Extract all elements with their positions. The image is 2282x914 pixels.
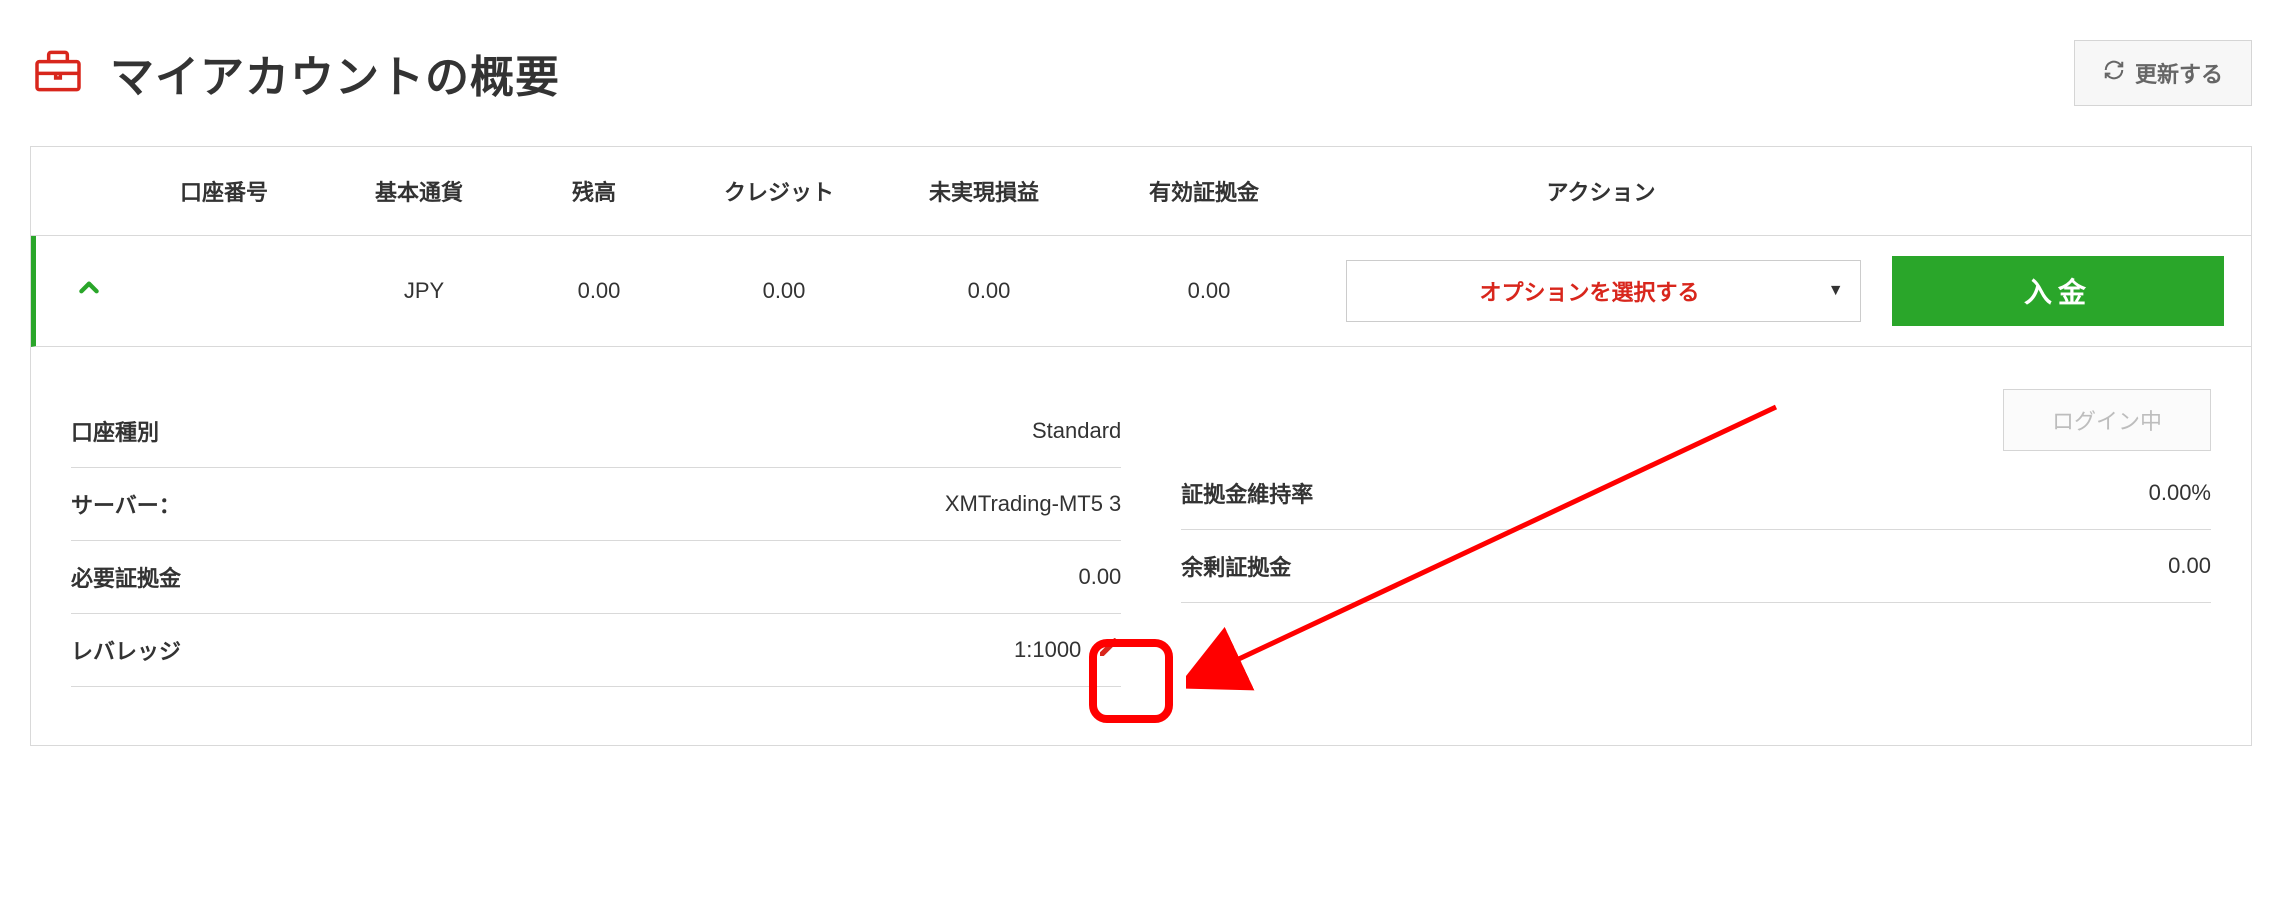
page-header: マイアカウントの概要 更新する — [30, 40, 2252, 106]
leverage-label: レバレッジ — [71, 634, 181, 666]
refresh-button[interactable]: 更新する — [2074, 40, 2252, 106]
account-type-value: Standard — [1032, 418, 1121, 444]
detail-margin-level: 証拠金維持率 0.00% — [1181, 457, 2211, 530]
th-currency: 基本通貨 — [329, 175, 509, 207]
th-equity: 有効証拠金 — [1089, 175, 1319, 207]
th-credit: クレジット — [679, 175, 879, 207]
cell-currency: JPY — [334, 278, 514, 304]
margin-level-label: 証拠金維持率 — [1181, 477, 1313, 509]
action-select[interactable]: オプションを選択する ▼ — [1346, 260, 1860, 322]
server-value: XMTrading-MT5 3 — [945, 491, 1121, 517]
th-account: 口座番号 — [119, 175, 329, 207]
briefcase-icon — [30, 43, 86, 104]
th-balance: 残高 — [509, 175, 679, 207]
table-header-row: 口座番号 基本通貨 残高 クレジット 未実現損益 有効証拠金 アクション — [31, 147, 2251, 236]
leverage-value: 1:1000 — [1014, 637, 1081, 663]
detail-account-type: 口座種別 Standard — [71, 395, 1121, 468]
detail-server: サーバー： XMTrading-MT5 3 — [71, 468, 1121, 541]
detail-free-margin: 余剰証拠金 0.00 — [1181, 530, 2211, 603]
edit-icon[interactable] — [1097, 635, 1121, 665]
detail-leverage: レバレッジ 1:1000 — [71, 614, 1121, 687]
free-margin-label: 余剰証拠金 — [1181, 550, 1291, 582]
cell-credit: 0.00 — [684, 278, 884, 304]
server-label: サーバー： — [71, 488, 181, 520]
account-type-label: 口座種別 — [71, 415, 159, 447]
caret-down-icon: ▼ — [1828, 282, 1844, 300]
refresh-label: 更新する — [2135, 57, 2223, 89]
deposit-button[interactable]: 入金 — [1892, 256, 2225, 326]
cell-unrealized: 0.00 — [884, 278, 1094, 304]
action-select-label: オプションを選択する — [1479, 275, 1699, 307]
margin-req-value: 0.00 — [1078, 564, 1121, 590]
cell-balance: 0.00 — [514, 278, 684, 304]
login-status-button: ログイン中 — [2003, 389, 2211, 451]
account-details: 口座種別 Standard サーバー： XMTrading-MT5 3 必要証拠… — [31, 347, 2251, 745]
accounts-panel: 口座番号 基本通貨 残高 クレジット 未実現損益 有効証拠金 アクション JPY… — [30, 146, 2252, 746]
detail-margin-required: 必要証拠金 0.00 — [71, 541, 1121, 614]
margin-req-label: 必要証拠金 — [71, 561, 181, 593]
table-row: JPY 0.00 0.00 0.00 0.00 オプションを選択する ▼ 入金 — [31, 236, 2251, 347]
margin-level-value: 0.00% — [2149, 480, 2211, 506]
free-margin-value: 0.00 — [2168, 553, 2211, 579]
cell-equity: 0.00 — [1094, 278, 1324, 304]
th-unrealized: 未実現損益 — [879, 175, 1089, 207]
refresh-icon — [2103, 59, 2125, 87]
chevron-up-icon[interactable] — [76, 276, 102, 307]
page-title: マイアカウントの概要 — [110, 41, 560, 105]
th-action: アクション — [1319, 175, 1883, 207]
